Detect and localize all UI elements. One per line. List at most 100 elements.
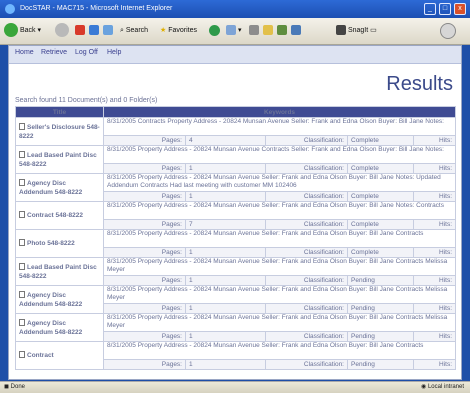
home-icon [103, 25, 113, 36]
title-column-header: Title [15, 106, 104, 118]
document-icon [19, 239, 25, 246]
print-icon [249, 25, 259, 36]
hits-label: Hits: [412, 135, 457, 146]
classification-label: Classification: [265, 359, 348, 370]
table-row[interactable]: Lead Based Paint Disc 548-8222 8/31/2005 … [15, 257, 457, 286]
snagit-icon [336, 25, 346, 36]
page-content: Home Retrieve Log Off Help Results Searc… [8, 45, 462, 380]
pages-label: Pages: [103, 219, 186, 230]
classification-value: Pending [347, 359, 414, 370]
pages-value: 1 [185, 359, 266, 370]
document-title-link[interactable]: Contract 548-8222 [15, 201, 104, 230]
classification-label: Classification: [265, 275, 348, 286]
mail-icon [226, 25, 236, 36]
table-row[interactable]: Agency Disc Addendum 548-8222 8/31/2005 P… [15, 313, 457, 342]
discuss-icon [277, 25, 287, 36]
snagit-capture-icon: ▭ [370, 27, 377, 34]
table-row[interactable]: Photo 548-8222 8/31/2005 Property Address… [15, 229, 457, 258]
classification-value: Pending [347, 275, 414, 286]
pages-value: 1 [185, 191, 266, 202]
keywords-cell: 8/31/2005 Contracts Property Address - 2… [102, 117, 457, 136]
document-title-link[interactable]: Seller's Disclosure 548-8222 [15, 117, 104, 146]
document-title-link[interactable]: Contract [15, 341, 104, 370]
snagit-button[interactable]: SnagIt ▭ [336, 23, 377, 39]
classification-value: Pending [347, 331, 414, 342]
table-row[interactable]: Contract 8/31/2005 Property Address - 208… [15, 341, 457, 370]
document-icon [19, 150, 25, 158]
document-icon [19, 290, 25, 298]
keywords-cell: 8/31/2005 Property Address - 20824 Munsa… [102, 313, 457, 332]
document-title-link[interactable]: Lead Based Paint Disc 548-8222 [15, 257, 104, 286]
pages-value: 4 [185, 135, 266, 146]
maximize-button[interactable]: □ [439, 3, 451, 15]
back-arrow-icon [4, 23, 18, 38]
forward-button[interactable] [55, 23, 69, 39]
document-title-link[interactable]: Agency Disc Addendum 548-8222 [15, 313, 104, 342]
edit-button[interactable] [263, 23, 273, 39]
pages-value: 7 [185, 219, 266, 230]
classification-value: Complete [347, 163, 414, 174]
keywords-column-header: Keywords [102, 106, 457, 118]
zone-indicator: ◉ Local intranet [421, 384, 464, 390]
messenger-icon [291, 25, 301, 36]
hits-label: Hits: [412, 247, 457, 258]
home-button[interactable] [103, 23, 113, 39]
table-row[interactable]: Agency Disc Addendum 548-8222 8/31/2005 P… [15, 173, 457, 202]
nav-home-link[interactable]: Home [15, 49, 34, 56]
mail-button[interactable]: ▾ [226, 23, 241, 39]
table-row[interactable]: Contract 548-8222 8/31/2005 Property Addr… [15, 201, 457, 230]
pages-label: Pages: [103, 359, 186, 370]
classification-label: Classification: [265, 191, 348, 202]
classification-label: Classification: [265, 163, 348, 174]
nav-logoff-link[interactable]: Log Off [75, 49, 98, 56]
history-button[interactable] [209, 23, 220, 39]
table-row[interactable]: Lead Based Paint Disc 548-8222 8/31/2005 … [15, 145, 457, 174]
status-bar: ◼ Done ◉ Local intranet [0, 381, 470, 393]
stop-icon [75, 25, 85, 36]
document-title-link[interactable]: Photo 548-8222 [15, 229, 104, 258]
hits-label: Hits: [412, 359, 457, 370]
pages-label: Pages: [103, 191, 186, 202]
pages-label: Pages: [103, 247, 186, 258]
refresh-button[interactable] [89, 23, 99, 39]
pages-label: Pages: [103, 275, 186, 286]
keywords-cell: 8/31/2005 Property Address - 20824 Munsa… [102, 173, 457, 192]
nav-retrieve-link[interactable]: Retrieve [41, 49, 67, 56]
back-button[interactable]: Back ▾ [4, 23, 41, 39]
star-icon: ★ [160, 27, 167, 34]
ie-logo-icon [5, 4, 15, 14]
pages-value: 1 [185, 247, 266, 258]
stop-button[interactable] [75, 23, 85, 39]
classification-value: Pending [347, 303, 414, 314]
forward-arrow-icon [55, 23, 69, 38]
document-icon [19, 318, 25, 326]
search-button[interactable]: ⌕ Search [120, 23, 148, 39]
keywords-cell: 8/31/2005 Property Address - 20824 Munsa… [102, 201, 457, 220]
results-table: Title Keywords Seller's Disclosure 548-8… [15, 106, 457, 370]
pages-value: 1 [185, 163, 266, 174]
page-done-icon: ◼ [4, 384, 9, 390]
close-button[interactable]: x [454, 3, 466, 15]
favorites-button[interactable]: ★ Favorites [160, 23, 197, 39]
document-title-link[interactable]: Agency Disc Addendum 548-8222 [15, 173, 104, 202]
minimize-button[interactable]: _ [424, 3, 436, 15]
hits-label: Hits: [412, 275, 457, 286]
document-icon [19, 262, 25, 270]
page-title: Results [386, 73, 453, 95]
messenger-button[interactable] [291, 23, 301, 39]
discuss-button[interactable] [277, 23, 287, 39]
throbber-icon [440, 23, 456, 39]
history-icon [209, 24, 220, 36]
pages-label: Pages: [103, 303, 186, 314]
document-title-link[interactable]: Lead Based Paint Disc 548-8222 [15, 145, 104, 174]
print-button[interactable] [249, 23, 259, 39]
table-row[interactable]: Seller's Disclosure 548-8222 8/31/2005 Co… [15, 117, 457, 146]
hits-label: Hits: [412, 191, 457, 202]
classification-value: Complete [347, 247, 414, 258]
table-row[interactable]: Agency Disc Addendum 548-8222 8/31/2005 P… [15, 285, 457, 314]
document-icon [19, 122, 25, 130]
pages-value: 1 [185, 275, 266, 286]
document-title-link[interactable]: Agency Disc Addendum 548-8222 [15, 285, 104, 314]
nav-help-link[interactable]: Help [107, 49, 121, 56]
window-title: DocSTAR - MAC715 - Microsoft Internet Ex… [20, 5, 173, 12]
